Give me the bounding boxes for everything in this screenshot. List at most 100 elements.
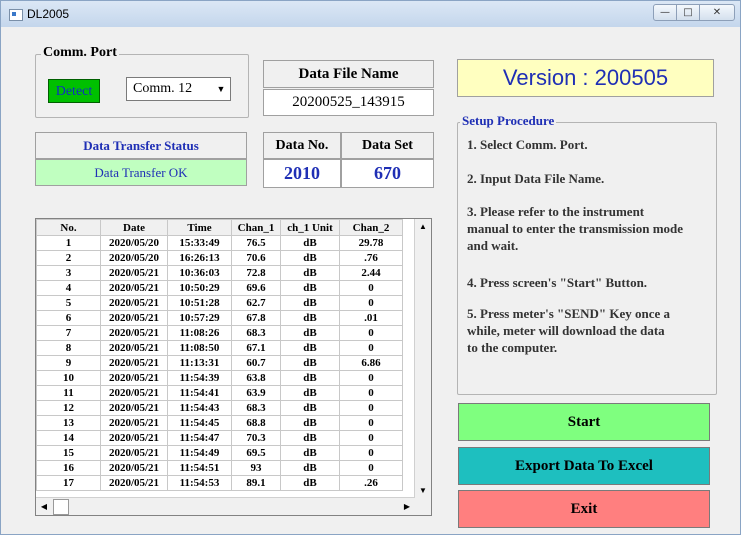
table-cell[interactable]: dB	[280, 475, 340, 491]
table-row[interactable]: 2 2020/05/20 16:26:13 70.6 dB .76	[36, 250, 403, 266]
table-cell[interactable]: 7	[36, 325, 101, 341]
table-cell[interactable]: 10:36:03	[167, 265, 232, 281]
table-cell[interactable]: dB	[280, 325, 340, 341]
table-cell[interactable]: .26	[339, 475, 403, 491]
table-cell[interactable]: 11:54:47	[167, 430, 232, 446]
table-cell[interactable]: 70.3	[231, 430, 281, 446]
table-cell[interactable]: dB	[280, 460, 340, 476]
table-cell[interactable]: dB	[280, 400, 340, 416]
table-cell[interactable]: 13	[36, 415, 101, 431]
col-header-date[interactable]: Date	[100, 219, 168, 236]
minimize-button[interactable]: —	[653, 4, 677, 21]
table-cell[interactable]: 2020/05/20	[100, 250, 168, 266]
table-cell[interactable]: 12	[36, 400, 101, 416]
table-cell[interactable]: 72.8	[231, 265, 281, 281]
table-cell[interactable]: 16:26:13	[167, 250, 232, 266]
table-cell[interactable]: 2020/05/21	[100, 280, 168, 296]
table-cell[interactable]: 2.44	[339, 265, 403, 281]
table-cell[interactable]: 2020/05/21	[100, 370, 168, 386]
table-row[interactable]: 13 2020/05/21 11:54:45 68.8 dB 0	[36, 415, 403, 431]
table-cell[interactable]: 2020/05/21	[100, 265, 168, 281]
table-row[interactable]: 3 2020/05/21 10:36:03 72.8 dB 2.44	[36, 265, 403, 281]
table-cell[interactable]: 68.8	[231, 415, 281, 431]
table-cell[interactable]: 10:50:29	[167, 280, 232, 296]
scroll-left-icon[interactable]: ◀	[36, 498, 52, 515]
table-row[interactable]: 15 2020/05/21 11:54:49 69.5 dB 0	[36, 445, 403, 461]
table-cell[interactable]: .76	[339, 250, 403, 266]
col-header-time[interactable]: Time	[167, 219, 232, 236]
table-cell[interactable]: 0	[339, 370, 403, 386]
table-cell[interactable]: 2020/05/21	[100, 475, 168, 491]
table-cell[interactable]: 0	[339, 385, 403, 401]
table-row[interactable]: 4 2020/05/21 10:50:29 69.6 dB 0	[36, 280, 403, 296]
table-cell[interactable]: 68.3	[231, 325, 281, 341]
scroll-up-icon[interactable]: ▲	[415, 219, 431, 235]
col-header-chan2[interactable]: Chan_2	[339, 219, 403, 236]
table-cell[interactable]: 6	[36, 310, 101, 326]
table-cell[interactable]: 16	[36, 460, 101, 476]
table-vertical-scrollbar[interactable]: ▲ ▼	[414, 219, 431, 499]
table-row[interactable]: 12 2020/05/21 11:54:43 68.3 dB 0	[36, 400, 403, 416]
table-cell[interactable]: 62.7	[231, 295, 281, 311]
table-cell[interactable]: 2020/05/21	[100, 340, 168, 356]
table-cell[interactable]: dB	[280, 385, 340, 401]
table-cell[interactable]: 10:57:29	[167, 310, 232, 326]
table-cell[interactable]: 0	[339, 400, 403, 416]
table-cell[interactable]: dB	[280, 235, 340, 251]
table-cell[interactable]: dB	[280, 370, 340, 386]
table-cell[interactable]: 2020/05/21	[100, 445, 168, 461]
table-cell[interactable]: dB	[280, 355, 340, 371]
table-cell[interactable]: 2020/05/21	[100, 355, 168, 371]
table-cell[interactable]: 8	[36, 340, 101, 356]
table-cell[interactable]: 4	[36, 280, 101, 296]
table-cell[interactable]: 6.86	[339, 355, 403, 371]
table-row[interactable]: 1 2020/05/20 15:33:49 76.5 dB 29.78	[36, 235, 403, 251]
table-row[interactable]: 11 2020/05/21 11:54:41 63.9 dB 0	[36, 385, 403, 401]
table-cell[interactable]: dB	[280, 250, 340, 266]
table-cell[interactable]: 0	[339, 460, 403, 476]
table-cell[interactable]: 10	[36, 370, 101, 386]
table-row[interactable]: 9 2020/05/21 11:13:31 60.7 dB 6.86	[36, 355, 403, 371]
table-cell[interactable]: 60.7	[231, 355, 281, 371]
table-cell[interactable]: 11:54:53	[167, 475, 232, 491]
table-cell[interactable]: 0	[339, 340, 403, 356]
data-table[interactable]: No. Date Time Chan_1 ch_1 Unit Chan_2 12…	[35, 218, 432, 516]
table-cell[interactable]: 2020/05/20	[100, 235, 168, 251]
table-horizontal-scrollbar[interactable]: ◀ ▶	[36, 497, 415, 515]
title-bar[interactable]: DL2005 — □ ✕	[1, 1, 740, 27]
table-cell[interactable]: 68.3	[231, 400, 281, 416]
table-cell[interactable]: dB	[280, 430, 340, 446]
maximize-button[interactable]: □	[676, 4, 700, 21]
col-header-no[interactable]: No.	[36, 219, 101, 236]
table-cell[interactable]: 2020/05/21	[100, 385, 168, 401]
table-cell[interactable]: 11:08:50	[167, 340, 232, 356]
table-cell[interactable]: 5	[36, 295, 101, 311]
table-cell[interactable]: 10:51:28	[167, 295, 232, 311]
table-row[interactable]: 16 2020/05/21 11:54:51 93 dB 0	[36, 460, 403, 476]
table-cell[interactable]: 11:54:51	[167, 460, 232, 476]
table-cell[interactable]: dB	[280, 340, 340, 356]
table-row[interactable]: 5 2020/05/21 10:51:28 62.7 dB 0	[36, 295, 403, 311]
table-cell[interactable]: 11:54:49	[167, 445, 232, 461]
scroll-down-icon[interactable]: ▼	[415, 483, 431, 499]
table-cell[interactable]: 2020/05/21	[100, 460, 168, 476]
table-row[interactable]: 17 2020/05/21 11:54:53 89.1 dB .26	[36, 475, 403, 491]
table-row[interactable]: 14 2020/05/21 11:54:47 70.3 dB 0	[36, 430, 403, 446]
scroll-right-icon[interactable]: ▶	[399, 498, 415, 515]
table-cell[interactable]: 3	[36, 265, 101, 281]
table-cell[interactable]: dB	[280, 415, 340, 431]
exit-button[interactable]: Exit	[458, 490, 710, 528]
table-cell[interactable]: 15:33:49	[167, 235, 232, 251]
table-cell[interactable]: 11:54:41	[167, 385, 232, 401]
start-button[interactable]: Start	[458, 403, 710, 441]
table-cell[interactable]: 0	[339, 445, 403, 461]
table-cell[interactable]: 70.6	[231, 250, 281, 266]
col-header-chan1[interactable]: Chan_1	[231, 219, 281, 236]
chevron-down-icon[interactable]: ▼	[214, 81, 228, 97]
comm-port-select[interactable]: Comm. 12 ▼	[126, 77, 231, 101]
export-excel-button[interactable]: Export Data To Excel	[458, 447, 710, 485]
table-row[interactable]: 6 2020/05/21 10:57:29 67.8 dB .01	[36, 310, 403, 326]
table-cell[interactable]: 69.6	[231, 280, 281, 296]
table-cell[interactable]: 9	[36, 355, 101, 371]
table-cell[interactable]: 89.1	[231, 475, 281, 491]
